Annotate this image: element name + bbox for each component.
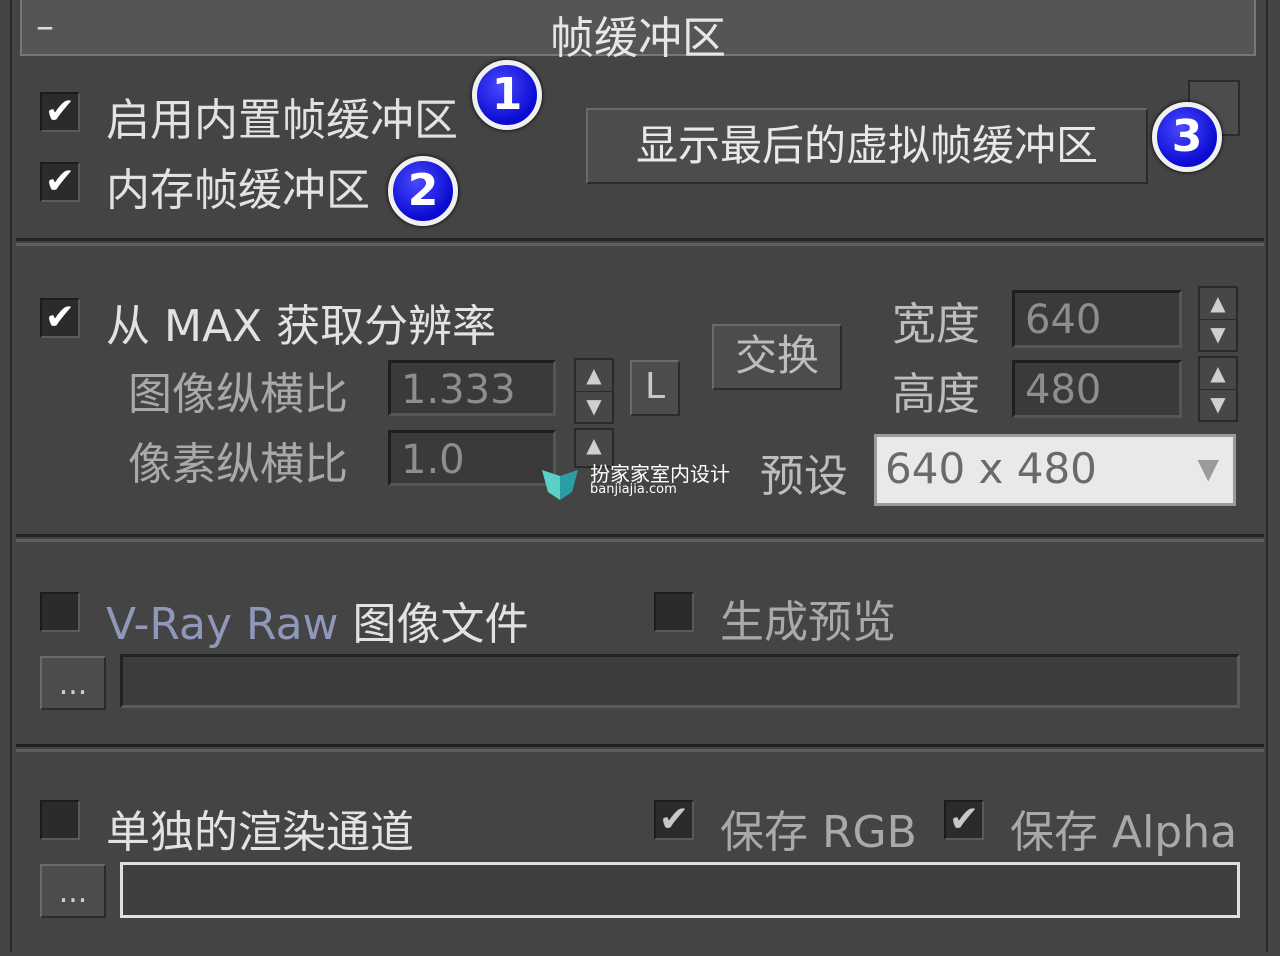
save-rgb-label: 保存 RGB: [720, 807, 917, 858]
memory-fb-label: 内存帧缓冲区: [106, 165, 370, 216]
vray-raw-checkbox[interactable]: [40, 592, 80, 632]
enable-builtin-fb-label: 启用内置帧缓冲区: [106, 95, 458, 146]
check-icon: ✔: [658, 799, 690, 840]
image-aspect-spinner[interactable]: ▲ ▼: [574, 358, 614, 424]
vray-raw-suffix: 图像文件: [352, 599, 529, 650]
browse-button[interactable]: ...: [40, 656, 106, 710]
logo-icon: [542, 470, 578, 500]
get-resolution-from-max-label: 从 MAX 获取分辨率: [106, 301, 497, 352]
check-icon: ✔: [44, 297, 76, 338]
pixel-aspect-label: 像素纵横比: [128, 439, 348, 490]
width-field[interactable]: 640: [1012, 290, 1182, 348]
browse-button[interactable]: ...: [40, 864, 106, 918]
spinner-down-icon[interactable]: ▼: [576, 391, 612, 422]
spinner-up-icon[interactable]: ▲: [1200, 358, 1236, 390]
get-resolution-from-max-checkbox[interactable]: ✔: [40, 298, 80, 338]
separate-channels-label: 单独的渲染通道: [106, 807, 414, 858]
divider: [16, 534, 1264, 542]
watermark: 扮家家室内设计 banjiajia.com: [540, 458, 740, 504]
image-aspect-label: 图像纵横比: [128, 369, 348, 420]
lock-aspect-button[interactable]: L: [630, 360, 680, 416]
save-alpha-label: 保存 Alpha: [1010, 807, 1238, 858]
separate-channels-checkbox[interactable]: [40, 800, 80, 840]
watermark-en: banjiajia.com: [590, 482, 677, 497]
divider: [16, 238, 1264, 246]
pixel-aspect-field[interactable]: 1.0: [388, 430, 556, 486]
vray-raw-prefix: V-Ray Raw: [106, 599, 339, 650]
image-aspect-field[interactable]: 1.333: [388, 360, 556, 416]
rollout-title: 帧缓冲区: [550, 13, 726, 64]
height-field[interactable]: 480: [1012, 360, 1182, 418]
height-label: 高度: [892, 369, 980, 420]
vray-raw-path-field[interactable]: [120, 654, 1240, 708]
callout-badge-1: 1: [472, 60, 542, 130]
preset-value: 640 x 480: [885, 444, 1097, 493]
spinner-down-icon[interactable]: ▼: [1200, 319, 1236, 350]
check-icon: ✔: [948, 799, 980, 840]
swap-button[interactable]: 交换: [712, 324, 842, 390]
width-spinner[interactable]: ▲ ▼: [1198, 286, 1238, 352]
render-channels-path-field[interactable]: [120, 862, 1240, 918]
preset-dropdown[interactable]: 640 x 480 ▼: [874, 434, 1236, 506]
enable-builtin-fb-checkbox[interactable]: ✔: [40, 92, 80, 132]
height-spinner[interactable]: ▲ ▼: [1198, 356, 1238, 422]
generate-preview-checkbox[interactable]: [654, 592, 694, 632]
preset-label: 预设: [760, 451, 848, 502]
rollout-header[interactable]: – 帧缓冲区: [20, 0, 1256, 64]
spinner-up-icon[interactable]: ▲: [576, 360, 612, 392]
vray-raw-label: V-Ray Raw 图像文件: [106, 588, 529, 652]
divider: [16, 744, 1264, 752]
generate-preview-label: 生成预览: [720, 597, 896, 648]
save-rgb-checkbox[interactable]: ✔: [654, 800, 694, 840]
show-last-vfb-button[interactable]: 显示最后的虚拟帧缓冲区: [586, 108, 1148, 184]
memory-fb-checkbox[interactable]: ✔: [40, 162, 80, 202]
spinner-down-icon[interactable]: ▼: [1200, 389, 1236, 420]
callout-badge-3: 3: [1152, 102, 1222, 172]
callout-badge-2: 2: [388, 156, 458, 226]
width-label: 宽度: [892, 299, 980, 350]
spinner-up-icon[interactable]: ▲: [1200, 288, 1236, 320]
save-alpha-checkbox[interactable]: ✔: [944, 800, 984, 840]
check-icon: ✔: [44, 91, 76, 132]
check-icon: ✔: [44, 161, 76, 202]
chevron-down-icon[interactable]: ▼: [1197, 437, 1219, 501]
